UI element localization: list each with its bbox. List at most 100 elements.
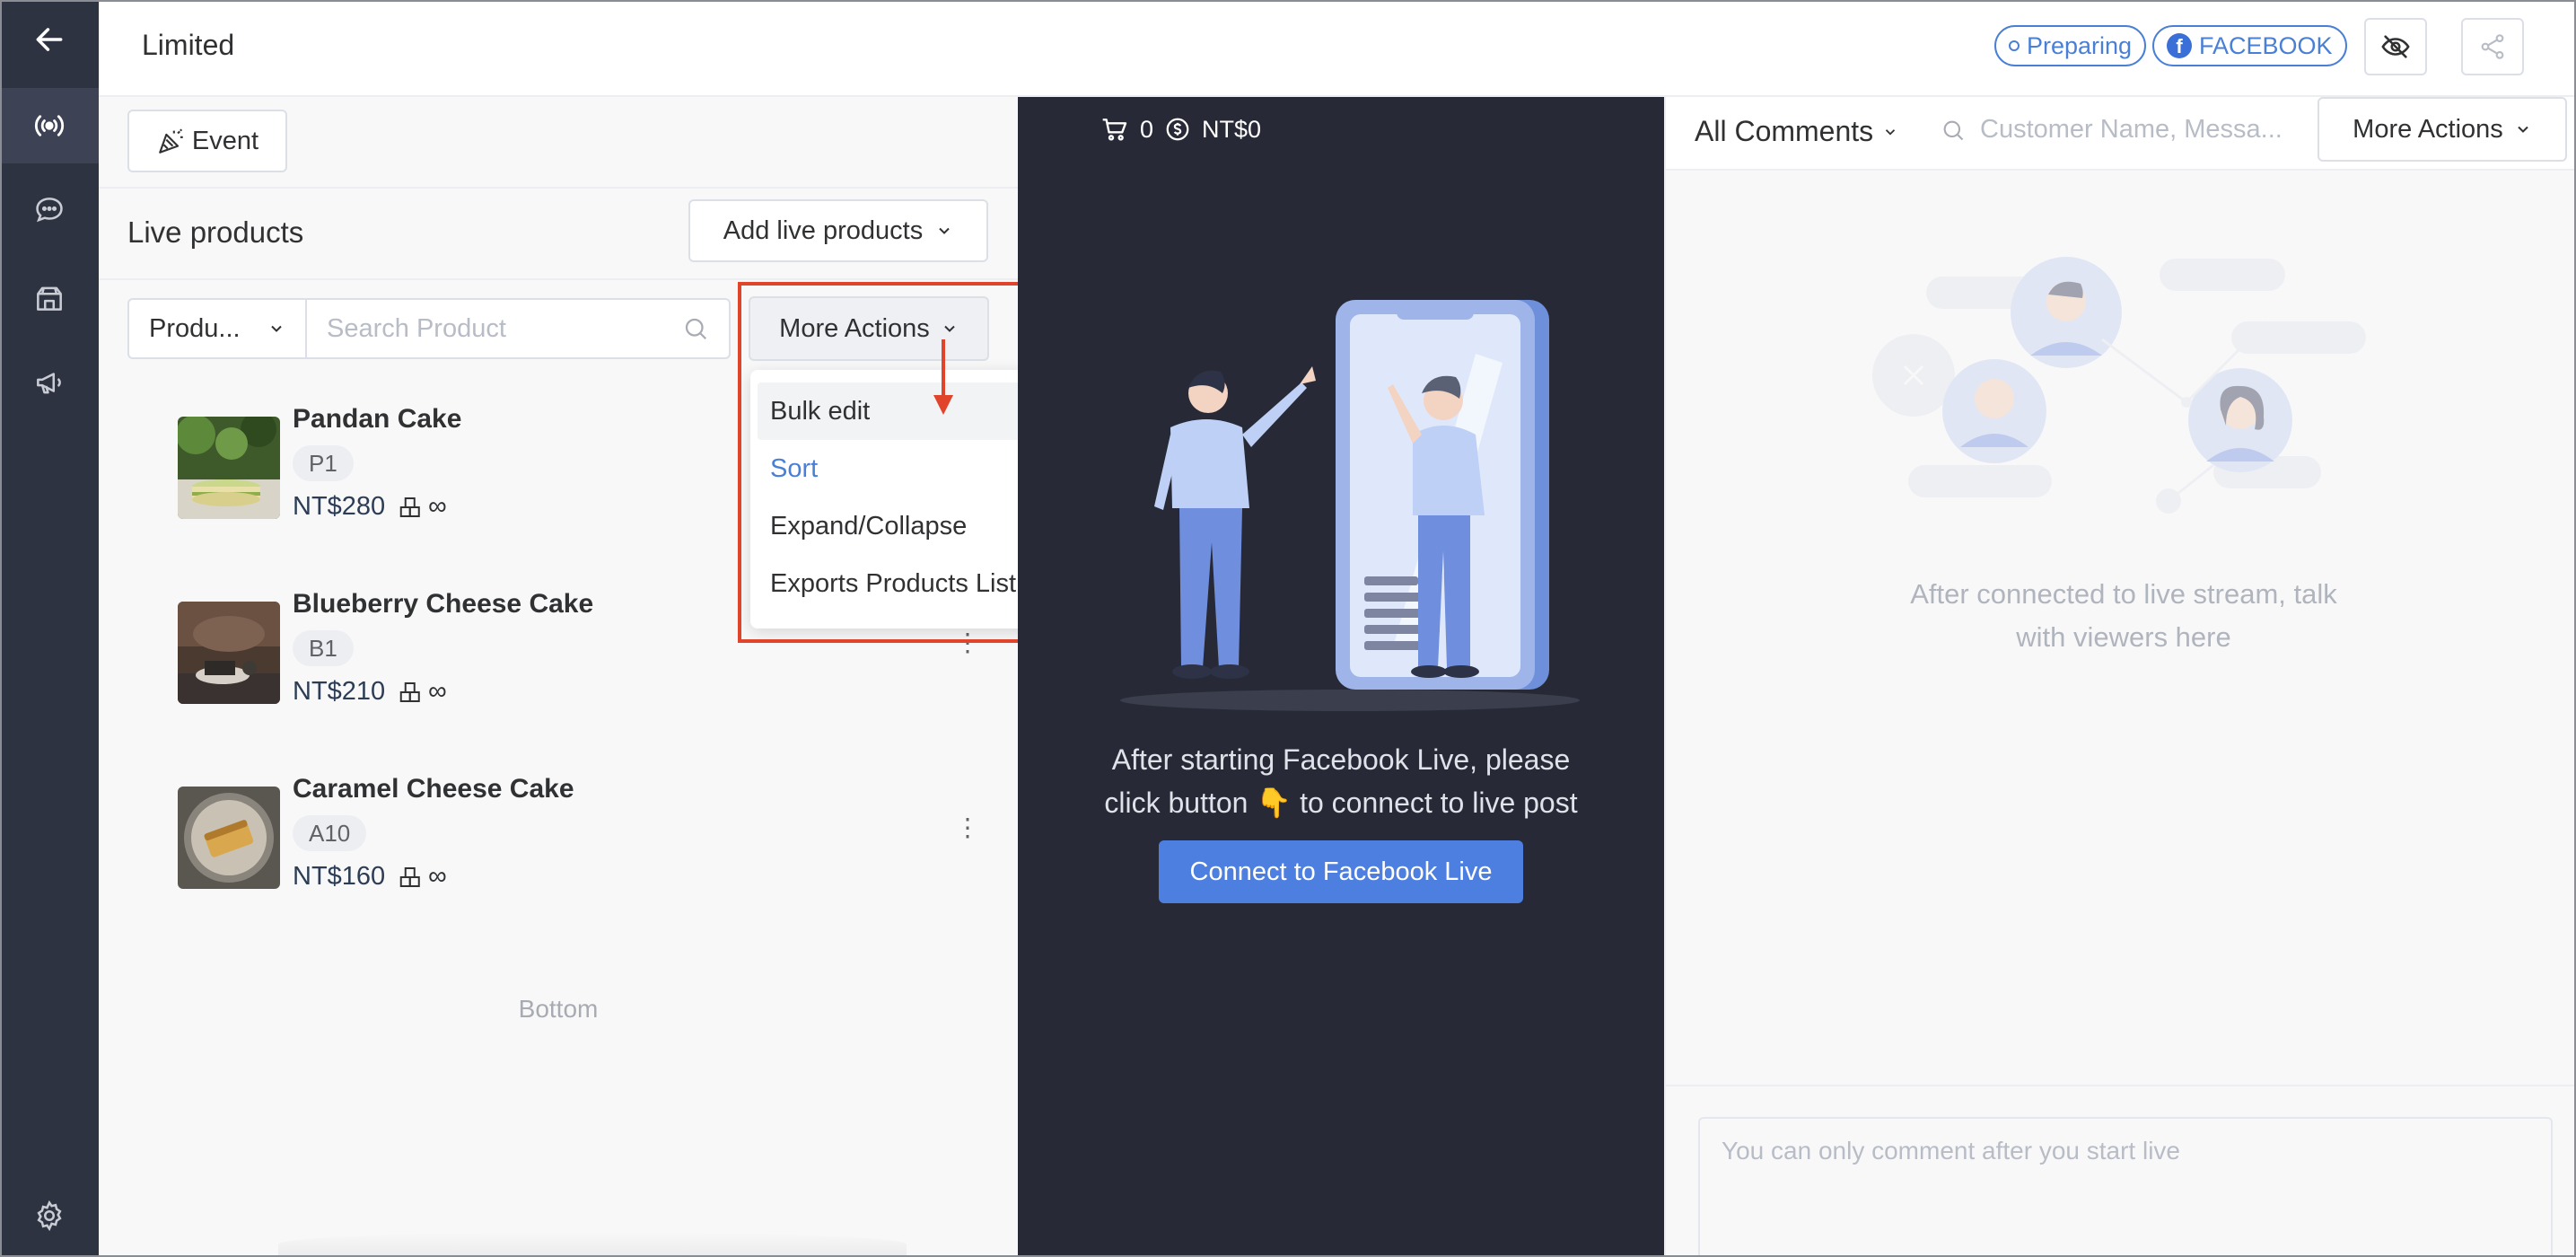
comments-more-actions-button[interactable]: More Actions — [2318, 97, 2567, 162]
chevron-down-icon — [2518, 126, 2528, 133]
product-stock: ∞ — [398, 862, 447, 892]
live-broadcast-icon — [34, 115, 65, 136]
product-code-tag: P1 — [293, 445, 354, 481]
status-dot-icon — [2009, 40, 2020, 51]
product-image — [178, 417, 280, 519]
connect-instructions: After starting Facebook Live, please cli… — [1018, 738, 1664, 824]
product-filter-select[interactable]: Produ... — [127, 298, 307, 359]
pointing-down-icon: 👇 — [1256, 787, 1292, 819]
comment-input[interactable] — [1722, 1137, 2529, 1250]
nav-rail — [0, 0, 99, 1257]
product-stock-value: ∞ — [428, 677, 447, 706]
product-search-input[interactable] — [327, 313, 650, 344]
add-live-products-label: Add live products — [723, 215, 924, 245]
product-code-tag: B1 — [293, 630, 354, 666]
comments-filter-dropdown[interactable]: All Comments — [1695, 115, 1898, 148]
product-price-row: NT$210 ∞ — [293, 677, 447, 707]
comments-empty-line1: After connected to live stream, talk — [1910, 578, 2337, 610]
comment-search-input[interactable] — [1980, 115, 2285, 145]
product-price: NT$210 — [293, 677, 386, 706]
list-bottom-text: Bottom — [518, 995, 599, 1023]
nav-chat[interactable] — [0, 172, 99, 248]
product-stock-value: ∞ — [428, 862, 447, 891]
product-search — [305, 298, 731, 359]
add-live-products-button[interactable]: Add live products — [688, 199, 988, 262]
eye-off-icon — [2381, 35, 2410, 58]
comments-more-actions-label: More Actions — [2353, 114, 2503, 144]
product-price: NT$160 — [293, 862, 386, 891]
menu-item-label: Expand/Collapse — [770, 511, 968, 541]
connect-instructions-line2b: to connect to live post — [1300, 787, 1578, 819]
facebook-live-illustration — [1120, 300, 1580, 711]
chevron-down-icon — [1886, 128, 1896, 136]
menu-item-label: Bulk edit — [770, 396, 871, 426]
live-preview-panel: 0 NT$0 After starting Facebook Live, ple… — [1018, 97, 1664, 1257]
connect-instructions-line1: After starting Facebook Live, please — [1111, 743, 1571, 776]
search-icon[interactable] — [682, 315, 709, 342]
chevron-down-icon — [939, 227, 950, 234]
product-stock-value: ∞ — [428, 492, 447, 521]
product-more-icon[interactable]: ⋮ — [955, 815, 980, 840]
chat-icon — [36, 198, 63, 223]
cart-summary: 0 NT$0 — [1100, 115, 1261, 144]
comments-filter-label: All Comments — [1695, 115, 1874, 147]
connect-instructions-line2a: click button — [1104, 787, 1249, 819]
store-analytics-icon — [37, 286, 62, 311]
comment-input-area — [1666, 1085, 2576, 1257]
inventory-boxes-icon — [399, 497, 420, 517]
nav-store[interactable] — [0, 260, 99, 336]
event-button[interactable]: Event — [127, 110, 287, 172]
event-button-label: Event — [191, 126, 259, 155]
cart-icon — [1102, 119, 1127, 141]
product-name: Pandan Cake — [293, 404, 462, 434]
menu-item-label: Sort — [770, 453, 819, 483]
back-button[interactable] — [0, 2, 99, 77]
product-more-icon[interactable]: ⋮ — [955, 630, 980, 655]
product-stock: ∞ — [398, 677, 447, 707]
comment-search — [1941, 115, 2285, 145]
nav-marketing[interactable] — [0, 345, 99, 420]
product-image — [178, 602, 280, 704]
product-name: Caramel Cheese Cake — [293, 774, 574, 804]
share-button[interactable] — [2461, 18, 2524, 75]
live-products-panel: Event Live products Add live products Pr… — [99, 97, 1091, 1257]
platform-badge-label: FACEBOOK — [2199, 31, 2333, 59]
chevron-down-icon — [271, 325, 282, 332]
nav-settings[interactable] — [0, 1178, 99, 1253]
page-title: Limited — [142, 29, 235, 61]
product-price-row: NT$160 ∞ — [293, 862, 447, 892]
divider — [99, 187, 1018, 189]
product-stock: ∞ — [398, 492, 447, 522]
product-filter-value: Produ... — [149, 313, 241, 343]
search-icon — [1943, 120, 1964, 140]
bottom-shadow — [278, 1232, 907, 1257]
comments-empty-message: After connected to live stream, talk wit… — [1827, 573, 2420, 659]
party-popper-icon — [159, 128, 183, 154]
empty-chat-illustration — [1872, 257, 2366, 514]
menu-item-label: Exports Products List — [770, 568, 1016, 598]
dollar-circle-icon — [1166, 118, 1189, 141]
connect-facebook-live-button[interactable]: Connect to Facebook Live — [1159, 840, 1523, 903]
share-icon — [2481, 34, 2504, 59]
megaphone-icon — [37, 373, 61, 394]
platform-badge: f FACEBOOK — [2152, 25, 2347, 66]
connect-instructions-line2: click button 👇 to connect to live post — [1018, 781, 1664, 824]
product-price-row: NT$280 ∞ — [293, 492, 447, 522]
status-badge-label: Preparing — [2027, 31, 2133, 59]
status-badge: Preparing — [1994, 25, 2147, 66]
hide-preview-button[interactable] — [2364, 18, 2427, 75]
inventory-boxes-icon — [399, 866, 420, 887]
nav-live[interactable] — [0, 88, 99, 163]
facebook-icon: f — [2167, 33, 2192, 58]
cart-count: 0 — [1140, 115, 1154, 143]
back-arrow-icon — [36, 28, 63, 51]
annotation-arrow-icon — [933, 339, 953, 415]
product-image — [178, 787, 280, 889]
product-name: Blueberry Cheese Cake — [293, 589, 594, 619]
comments-empty-line2: with viewers here — [2016, 621, 2231, 653]
chevron-down-icon — [944, 325, 955, 332]
product-item[interactable]: Caramel Cheese Cake A10 NT$160 ∞ ⋮ — [178, 770, 986, 923]
comment-box — [1698, 1117, 2553, 1257]
cart-total: NT$0 — [1202, 115, 1262, 143]
comments-panel: All Comments More Actions — [1664, 97, 2576, 1257]
